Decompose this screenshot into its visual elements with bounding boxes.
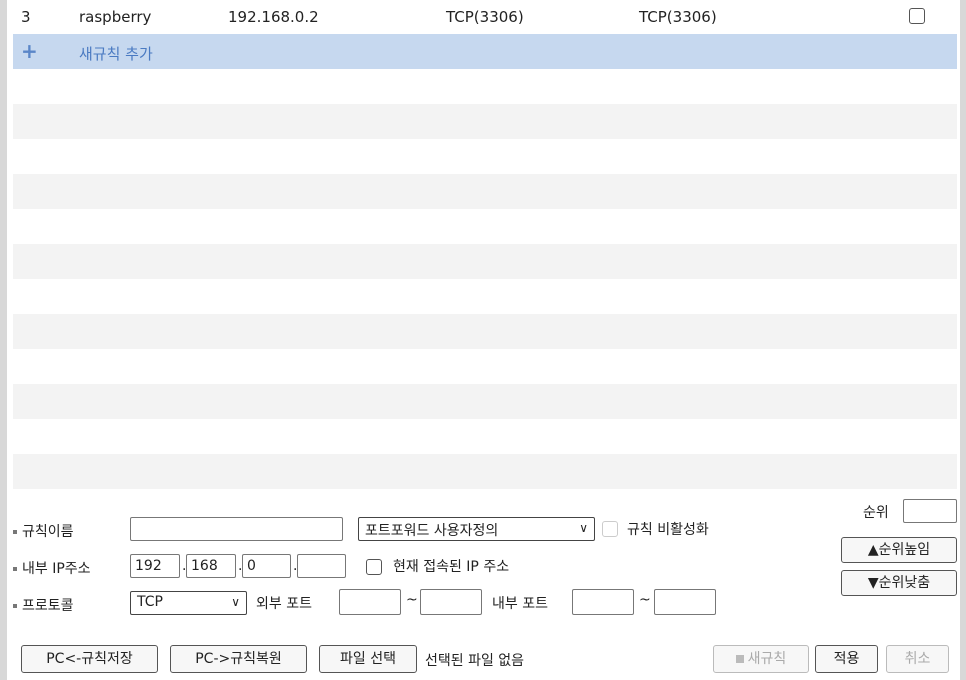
list-item (13, 384, 957, 419)
add-rule-link[interactable]: 새규칙 추가 (79, 43, 153, 64)
order-input[interactable] (903, 499, 957, 523)
ip-octet-4-input[interactable] (297, 554, 346, 578)
current-ip-label: 현재 접속된 IP 주소 (393, 559, 510, 575)
ext-port-label: 외부 포트 (256, 596, 312, 612)
restore-rules-from-pc-button[interactable]: PC->규칙복원 (170, 645, 307, 673)
list-item (13, 174, 957, 209)
range-tilde: ~ (406, 592, 418, 608)
file-status-text: 선택된 파일 없음 (425, 653, 525, 669)
table-row[interactable]: 3 raspberry 192.168.0.2 TCP(3306) TCP(33… (13, 0, 957, 34)
rule-ext-port: TCP(3306) (446, 8, 524, 26)
int-port-end-input[interactable] (654, 589, 716, 615)
int-port-label: 내부 포트 (492, 596, 548, 612)
disable-rule-label: 규칙 비활성화 (627, 522, 709, 538)
order-up-button[interactable]: ▲순위높임 (841, 537, 957, 563)
range-tilde: ~ (639, 592, 651, 608)
list-item (13, 419, 957, 454)
order-label: 순위 (863, 505, 889, 521)
current-ip-checkbox[interactable] (366, 559, 382, 575)
protocol-select[interactable]: TCP ∨ (130, 591, 247, 615)
disable-rule-checkbox[interactable] (602, 521, 618, 537)
apply-button[interactable]: 적용 (815, 645, 878, 673)
rule-list: 3 raspberry 192.168.0.2 TCP(3306) TCP(33… (13, 0, 957, 489)
list-item (13, 139, 957, 174)
list-item (13, 314, 957, 349)
port-forward-panel: 3 raspberry 192.168.0.2 TCP(3306) TCP(33… (0, 0, 966, 680)
rule-name: raspberry (79, 8, 152, 26)
rule-name-input[interactable] (130, 517, 343, 541)
list-item (13, 69, 957, 104)
ip-octet-1-input[interactable] (130, 554, 180, 578)
add-rule-row[interactable]: + 새규칙 추가 (13, 34, 957, 69)
rule-name-label: 규칙이름 (13, 521, 74, 541)
protocol-label: 프로토콜 (13, 595, 74, 615)
left-border (0, 0, 7, 680)
rule-edit-form: 규칙이름 포트포워드 사용자정의 ∨ 규칙 비활성화 순위 ▲순위높임 ▼순위낮… (13, 488, 957, 680)
new-rule-button[interactable]: 새규칙 (713, 645, 809, 673)
list-item (13, 104, 957, 139)
list-item (13, 454, 957, 489)
square-icon (735, 655, 744, 663)
forward-type-value: 포트포워드 사용자정의 (365, 523, 499, 539)
list-item (13, 279, 957, 314)
choose-file-button[interactable]: 파일 선택 (319, 645, 417, 673)
save-rules-to-pc-button[interactable]: PC<-규칙저장 (21, 645, 158, 673)
int-port-start-input[interactable] (572, 589, 634, 615)
ip-octet-3-input[interactable] (242, 554, 291, 578)
chevron-down-icon: ∨ (231, 595, 240, 609)
list-item (13, 244, 957, 279)
protocol-value: TCP (137, 594, 163, 610)
order-down-button[interactable]: ▼순위낮춤 (841, 570, 957, 596)
forward-type-select[interactable]: 포트포워드 사용자정의 ∨ (358, 517, 595, 541)
ext-port-end-input[interactable] (420, 589, 482, 615)
internal-ip-label: 내부 IP주소 (13, 558, 91, 578)
plus-icon: + (21, 39, 38, 63)
list-item (13, 349, 957, 384)
rule-int-port: TCP(3306) (639, 8, 717, 26)
cancel-button[interactable]: 취소 (886, 645, 949, 673)
ext-port-start-input[interactable] (339, 589, 401, 615)
new-rule-label: 새규칙 (747, 651, 787, 667)
rule-ip: 192.168.0.2 (228, 8, 319, 26)
chevron-down-icon: ∨ (579, 521, 588, 535)
right-scrollbar[interactable] (960, 0, 966, 680)
list-item (13, 209, 957, 244)
rule-select-checkbox[interactable] (909, 8, 925, 24)
ip-octet-2-input[interactable] (186, 554, 236, 578)
rule-number: 3 (21, 8, 31, 26)
